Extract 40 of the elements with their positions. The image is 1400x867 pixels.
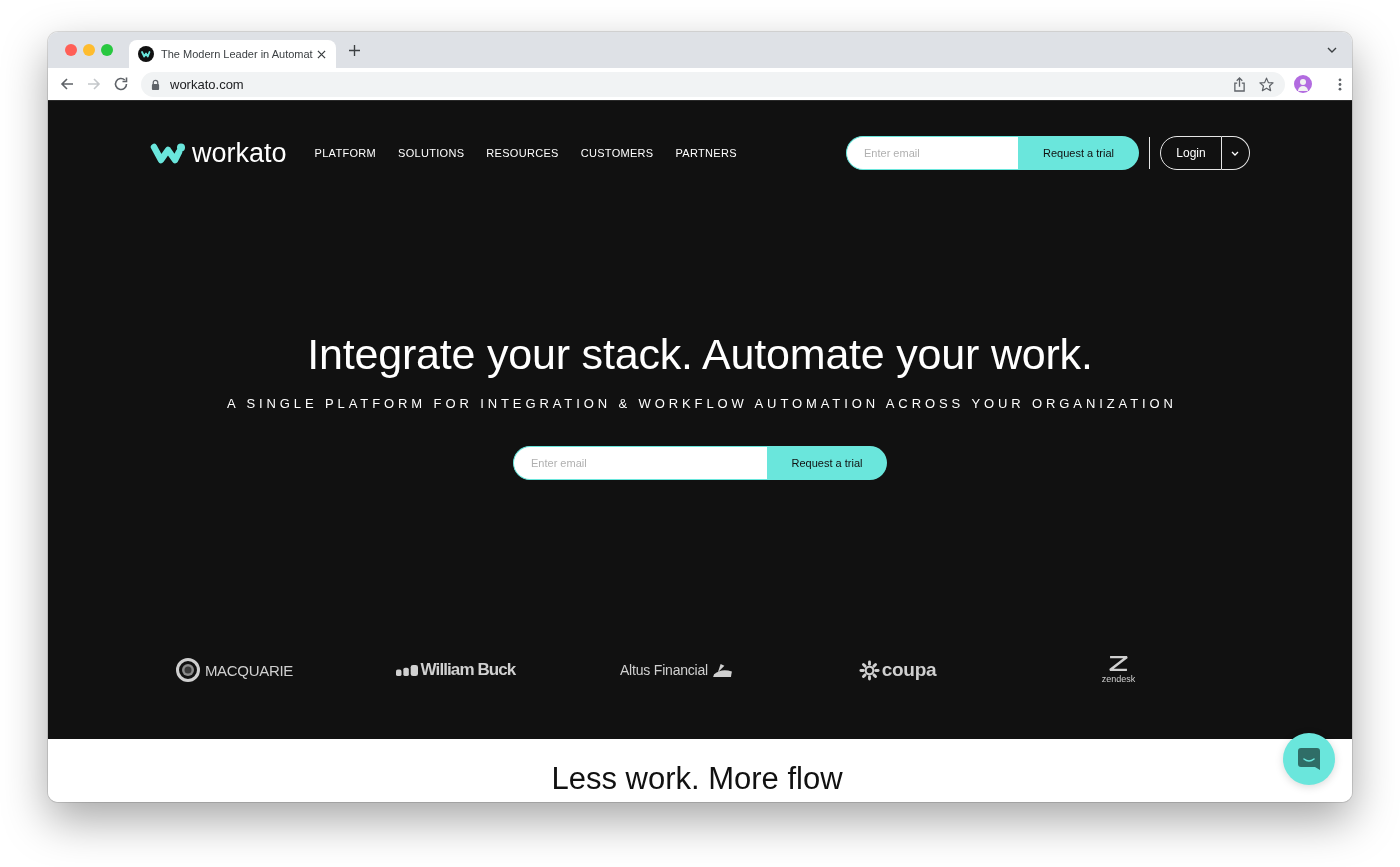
logo-link[interactable]: workato	[150, 139, 287, 167]
menu-icon[interactable]	[1338, 77, 1342, 91]
company-name: William Buck	[420, 660, 516, 680]
ring-logo-icon	[175, 658, 200, 682]
avatar-icon[interactable]	[1294, 75, 1312, 93]
chevron-down-icon[interactable]	[1327, 47, 1337, 53]
hero-title: Integrate your stack. Automate your work.	[307, 329, 1093, 380]
star-icon[interactable]	[1259, 76, 1274, 92]
login-button[interactable]: Login	[1160, 136, 1222, 170]
request-trial-button[interactable]: Request a trial	[767, 446, 887, 480]
company-name: zendesk	[1101, 674, 1136, 684]
email-field[interactable]: Enter email	[513, 446, 767, 480]
hero-subtitle: A SINGLE PLATFORM FOR INTEGRATION & WORKFLOW AUTOMATION ACROSS YOUR ORGANIZATION	[226, 396, 1177, 412]
blocks-logo-icon	[395, 664, 418, 676]
company-name: Altus Financial	[619, 662, 708, 678]
favicon-icon	[138, 46, 154, 62]
browser-tab[interactable]: The Modern Leader in Automat	[129, 40, 336, 68]
nav-link[interactable]: PARTNERS	[675, 147, 737, 159]
chat-bubble-icon	[1297, 747, 1321, 771]
close-icon[interactable]	[317, 49, 326, 59]
plus-icon[interactable]	[349, 44, 360, 56]
section-title: Less work. More flow	[551, 761, 843, 797]
logo-mark-icon	[150, 141, 186, 165]
chevron-down-icon	[1230, 150, 1239, 156]
nav-link[interactable]: SOLUTIONS	[398, 147, 465, 159]
share-icon[interactable]	[1233, 76, 1246, 92]
email-field[interactable]: Enter email	[846, 136, 1018, 170]
sunburst-logo-icon	[858, 659, 880, 681]
lock-icon	[151, 78, 160, 90]
back-icon[interactable]	[59, 76, 75, 92]
reload-icon[interactable]	[113, 76, 129, 92]
company-name: MACQUARIE	[204, 661, 294, 679]
address-bar[interactable]: workato.com	[141, 71, 1285, 97]
company-name: coupa	[881, 659, 937, 681]
request-trial-button[interactable]: Request a trial	[1018, 136, 1139, 170]
swoosh-logo-icon	[712, 662, 733, 678]
nav-link[interactable]: PLATFORM	[314, 147, 377, 159]
nav-link[interactable]: CUSTOMERS	[580, 147, 654, 159]
z-logo-icon	[1109, 656, 1128, 671]
nav-link[interactable]: RESOURCES	[486, 147, 559, 159]
